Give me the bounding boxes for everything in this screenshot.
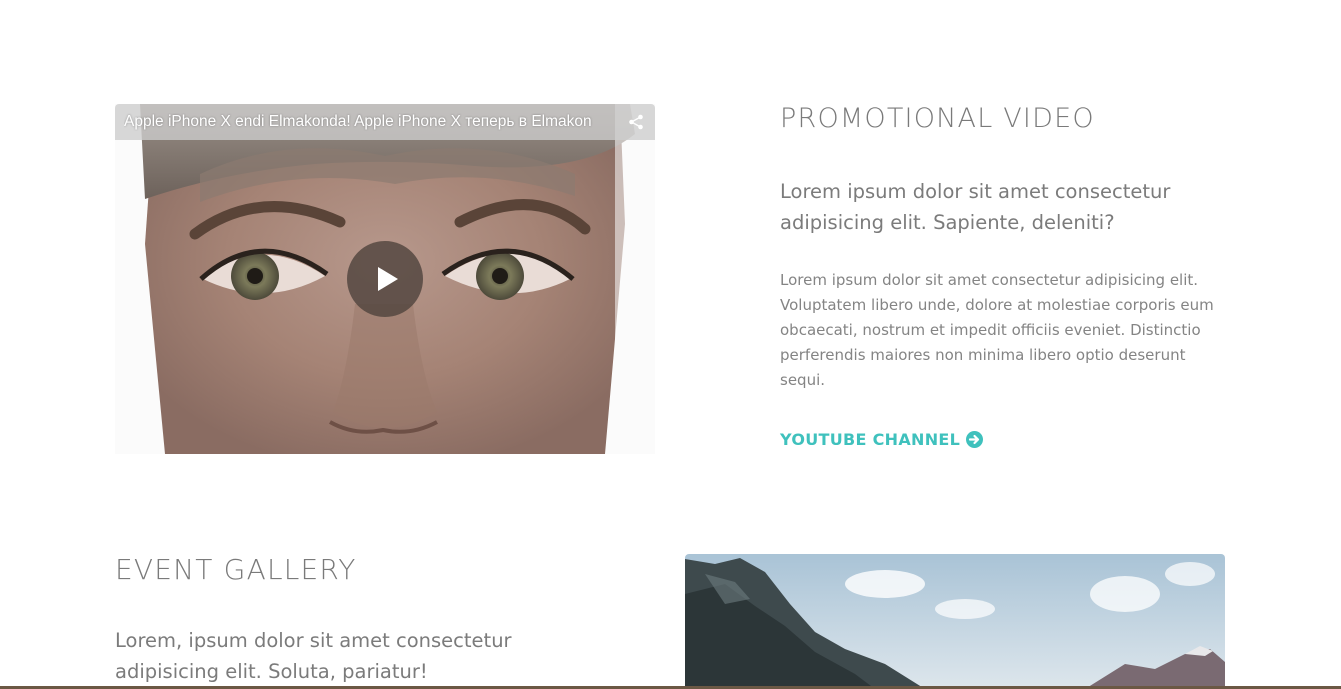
promo-heading: PROMOTIONAL VIDEO	[780, 103, 1095, 134]
youtube-channel-link[interactable]: YOUTUBE CHANNEL	[780, 430, 984, 449]
video-title-bar: Apple iPhone X endi Elmakonda! Apple iPh…	[115, 104, 655, 140]
promo-body: Lorem ipsum dolor sit amet consectetur a…	[780, 271, 1214, 389]
share-icon[interactable]	[627, 113, 645, 131]
gallery-heading: EVENT GALLERY	[115, 553, 357, 586]
play-icon	[378, 267, 398, 291]
gallery-lead: Lorem, ipsum dolor sit amet consectetur …	[115, 629, 512, 683]
youtube-channel-label: YOUTUBE CHANNEL	[780, 430, 961, 449]
mountain-landscape-image	[685, 554, 1225, 689]
arrow-circle-right-icon	[966, 431, 984, 448]
video-title[interactable]: Apple iPhone X endi Elmakonda! Apple iPh…	[124, 113, 619, 131]
gallery-image[interactable]	[685, 554, 1225, 689]
promo-video-player[interactable]: Apple iPhone X endi Elmakonda! Apple iPh…	[115, 104, 655, 454]
page: Apple iPhone X endi Elmakonda! Apple iPh…	[0, 0, 1341, 689]
promo-lead: Lorem ipsum dolor sit amet consectetur a…	[780, 180, 1171, 234]
play-button[interactable]	[347, 241, 423, 317]
